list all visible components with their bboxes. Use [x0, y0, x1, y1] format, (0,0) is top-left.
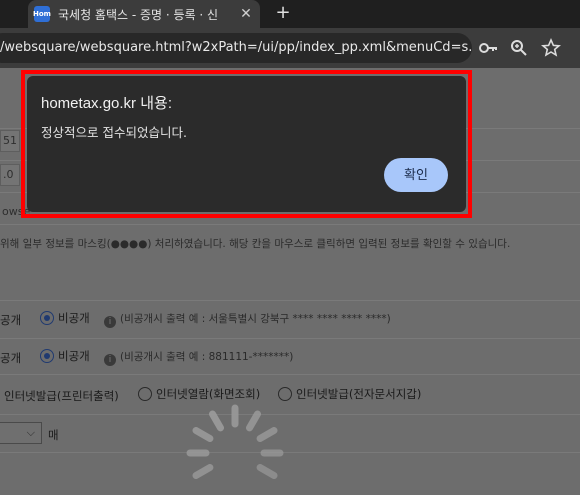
divider	[0, 452, 580, 453]
copies-select[interactable]: ⌵	[0, 422, 42, 444]
address-private-radio[interactable]	[40, 311, 54, 325]
id-hint-text: (비공개시 출력 예 : 881111-*******)	[120, 351, 294, 363]
highlight-frame	[21, 70, 472, 218]
field-fragment: .0	[0, 164, 20, 186]
tab-bar: Hom 국세청 홈택스 - 증명 · 등록 · 신 ✕ +	[0, 0, 580, 28]
browser-tab[interactable]: Hom 국세청 홈택스 - 증명 · 등록 · 신 ✕	[28, 0, 260, 28]
divider	[0, 374, 580, 375]
address-public-label[interactable]: 공개	[0, 312, 21, 328]
id-private-option[interactable]: 비공개	[40, 348, 90, 364]
key-icon[interactable]	[478, 38, 498, 58]
issue-wallet-label: 인터넷발급(전자문서지갑)	[296, 387, 422, 401]
issue-view-radio[interactable]	[138, 387, 152, 401]
id-public-label[interactable]: 공개	[0, 350, 21, 366]
zoom-icon[interactable]	[509, 38, 529, 58]
masking-notice: 위해 일부 정보를 마스킹(●●●●) 처리하였습니다. 해당 칸을 마우스로 …	[0, 238, 511, 250]
new-tab-button[interactable]: +	[272, 2, 294, 24]
info-icon: i	[104, 354, 116, 366]
address-bar[interactable]: /websquare/websquare.html?w2xPath=/ui/pp…	[0, 33, 472, 63]
close-icon[interactable]: ✕	[238, 6, 254, 22]
issue-option-print[interactable]: 인터넷발급(프린터출력)	[4, 388, 119, 404]
divider	[0, 300, 580, 301]
loading-spinner-icon	[186, 404, 284, 479]
copies-unit: 매	[48, 428, 59, 442]
address-private-label: 비공개	[58, 311, 90, 325]
address-hint-text: (비공개시 출력 예 : 서울특별시 강북구 **** **** **** **…	[120, 313, 391, 325]
issue-option-wallet[interactable]: 인터넷발급(전자문서지갑)	[278, 386, 421, 402]
address-hint: i (비공개시 출력 예 : 서울특별시 강북구 **** **** **** *…	[104, 311, 391, 328]
bookmark-star-icon[interactable]	[540, 38, 562, 58]
field-fragment: 51	[0, 130, 20, 152]
tab-title: 국세청 홈택스 - 증명 · 등록 · 신	[58, 7, 219, 22]
info-icon: i	[104, 316, 116, 328]
address-private-option[interactable]: 비공개	[40, 310, 90, 326]
id-private-radio[interactable]	[40, 349, 54, 363]
divider	[0, 414, 580, 415]
id-hint: i (비공개시 출력 예 : 881111-*******)	[104, 349, 293, 366]
browser-toolbar: /websquare/websquare.html?w2xPath=/ui/pp…	[0, 28, 580, 68]
hometax-favicon-icon: Hom	[33, 6, 51, 22]
divider	[0, 338, 580, 339]
divider	[0, 224, 580, 225]
id-private-label: 비공개	[58, 349, 90, 363]
